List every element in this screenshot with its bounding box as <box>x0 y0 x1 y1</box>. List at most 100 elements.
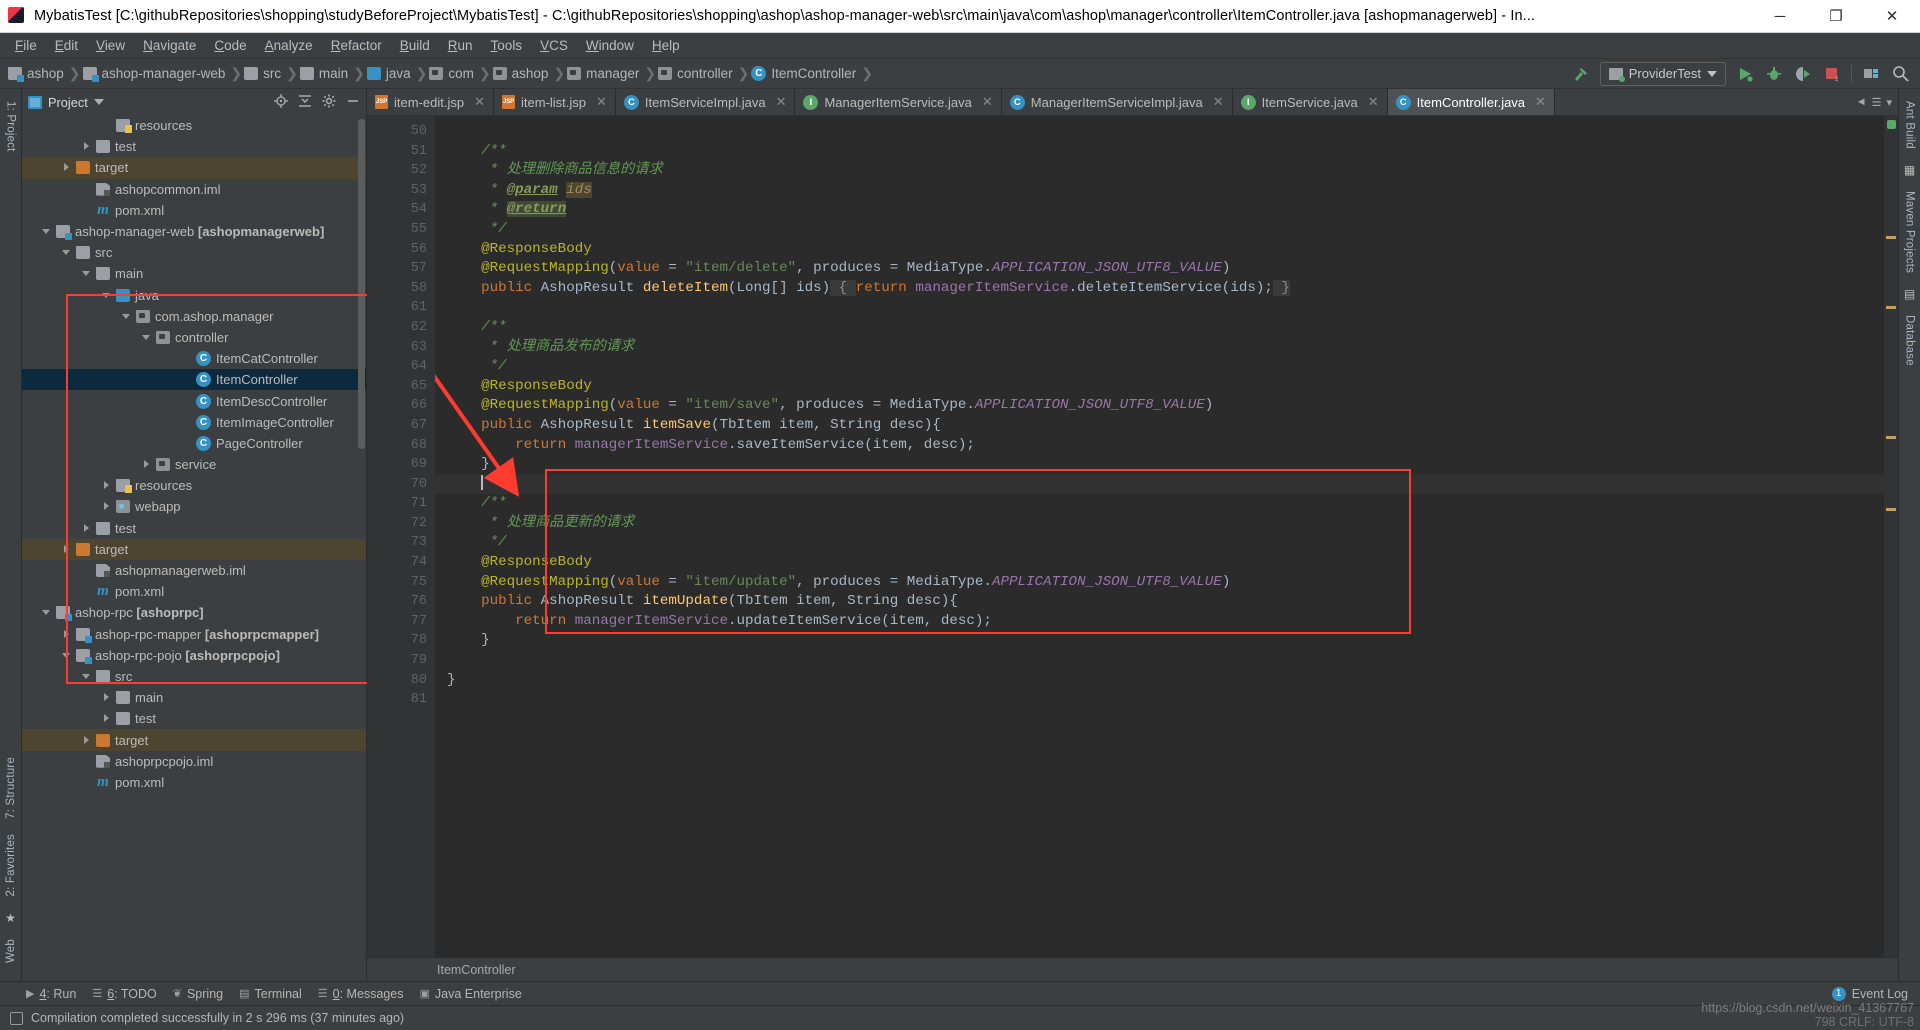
code-line-65[interactable]: @ResponseBody <box>435 377 1884 397</box>
line-number-79[interactable]: 79 <box>367 651 435 671</box>
minimize-button[interactable]: ─ <box>1752 0 1808 33</box>
editor-tab-itemcontroller-java[interactable]: C ItemController.java ✕ <box>1387 89 1555 115</box>
editor-breadcrumb-class[interactable]: ItemController <box>437 963 516 977</box>
line-number-76[interactable]: 76 <box>367 592 449 612</box>
menu-item-refactor[interactable]: Refactor <box>322 35 391 56</box>
line-number-81[interactable]: 81 <box>367 690 435 710</box>
stop-icon[interactable]: 2 <box>1822 64 1842 84</box>
editor-tab-itemserviceimpl-java[interactable]: C ItemServiceImpl.java ✕ <box>616 89 796 115</box>
chevron-right-icon[interactable] <box>62 544 73 555</box>
line-number-68[interactable]: 68 <box>367 436 435 456</box>
tree-item-ashoprpcpojo-iml[interactable]: ashoprpcpojo.iml <box>22 751 366 772</box>
breadcrumb-item-ashop[interactable]: ashop ❯ <box>8 65 83 82</box>
chevron-left-icon[interactable]: ◄ <box>1856 96 1867 108</box>
code-line-56[interactable]: @ResponseBody <box>435 240 1884 260</box>
tree-item-test[interactable]: test <box>22 518 366 539</box>
tree-item-com-ashop-manager[interactable]: com.ashop.manager <box>22 306 366 327</box>
line-number-gutter[interactable]: 50 51 52 53 54 55 56 57 58 61 62 63 64 65 66 67 68 69 70 71… <box>367 116 449 957</box>
line-number-75[interactable]: 75 <box>367 573 449 593</box>
chevron-right-icon[interactable] <box>82 523 93 534</box>
breadcrumb-item-main[interactable]: main ❯ <box>299 65 367 82</box>
close-icon[interactable]: ✕ <box>1368 94 1379 110</box>
tree-item-java[interactable]: java <box>22 285 366 306</box>
run-icon[interactable] <box>1735 64 1755 84</box>
tree-item-ashop-manager-web[interactable]: ashop-manager-web [ashopmanagerweb] <box>22 221 366 242</box>
menu-item-build[interactable]: Build <box>391 35 439 56</box>
rail-tab-ant-build[interactable]: Ant Build <box>1901 93 1919 157</box>
code-line-81[interactable] <box>435 690 1884 710</box>
locate-icon[interactable] <box>274 93 288 111</box>
code-line-75[interactable]: @RequestMapping(value = "item/update", p… <box>435 573 1884 593</box>
menu-item-file[interactable]: File <box>6 35 46 56</box>
error-stripe-gutter[interactable] <box>1884 116 1898 957</box>
line-number-67[interactable]: 67 <box>367 416 449 436</box>
tree-item-target[interactable]: target <box>22 157 366 179</box>
chevron-down-icon[interactable] <box>122 311 133 322</box>
tree-item-resources[interactable]: resources <box>22 115 366 136</box>
line-number-64[interactable]: 64 <box>367 357 449 377</box>
tree-item-pom-xml[interactable]: m pom.xml <box>22 772 366 793</box>
run-configuration-selector[interactable]: ProviderTest <box>1599 61 1726 86</box>
error-stripe-marker[interactable] <box>1886 306 1896 309</box>
line-number-77[interactable]: 77 <box>367 612 435 632</box>
menu-item-vcs[interactable]: VCS <box>531 35 577 56</box>
line-number-58[interactable]: 58 <box>367 279 449 299</box>
chevron-right-icon[interactable] <box>102 501 113 512</box>
line-number-70[interactable]: 70 <box>367 475 435 495</box>
chevron-down-icon[interactable] <box>82 671 93 682</box>
tree-item-pagecontroller[interactable]: C PageController <box>22 433 366 454</box>
tree-item-itemcatcontroller[interactable]: C ItemCatController <box>22 348 366 369</box>
breadcrumb-item-ItemController[interactable]: C ItemController ❯ <box>751 65 875 82</box>
tree-item-src[interactable]: src <box>22 242 366 263</box>
code-line-52[interactable]: * 处理删除商品信息的请求 <box>435 161 1884 181</box>
line-number-73[interactable]: 73 <box>367 533 449 553</box>
tree-item-controller[interactable]: controller <box>22 327 366 348</box>
close-icon[interactable]: ✕ <box>1535 94 1546 110</box>
editor-tab-item-list-jsp[interactable]: JSP item-list.jsp ✕ <box>494 89 616 115</box>
tool-window-button-0--messages[interactable]: ☰ 0: Messages <box>318 987 404 1001</box>
tree-item-resources[interactable]: resources <box>22 475 366 496</box>
code-line-58[interactable]: public AshopResult deleteItem(Long[] ids… <box>435 279 1884 299</box>
code-line-76[interactable]: public AshopResult itemUpdate(TbItem ite… <box>435 592 1884 612</box>
line-number-62[interactable]: 62 <box>367 318 449 338</box>
line-number-52[interactable]: 52 <box>367 161 435 181</box>
line-number-72[interactable]: 72 <box>367 514 435 534</box>
menu-item-code[interactable]: Code <box>205 35 255 56</box>
code-line-51[interactable]: /** <box>435 142 1884 162</box>
chevron-down-icon[interactable] <box>93 99 104 105</box>
project-tree[interactable]: resources test target ashopcommon.iml m pom.x… <box>22 115 366 981</box>
line-number-53[interactable]: 53 <box>367 181 435 201</box>
tree-item-ashopmanagerweb-iml[interactable]: ashopmanagerweb.iml <box>22 560 366 581</box>
tree-item-pom-xml[interactable]: m pom.xml <box>22 200 366 221</box>
breadcrumb-item-manager[interactable]: manager ❯ <box>567 65 658 82</box>
menu-item-view[interactable]: View <box>87 35 134 56</box>
code-line-77[interactable]: return managerItemService.updateItemServ… <box>435 612 1884 632</box>
tree-item-test[interactable]: test <box>22 708 366 729</box>
line-number-54[interactable]: 54 <box>367 200 435 220</box>
event-log-area[interactable]: 1 Event Log <box>1831 986 1920 1001</box>
code-line-67[interactable]: public AshopResult itemSave(TbItem item,… <box>435 416 1884 436</box>
code-line-53[interactable]: * @param ids <box>435 181 1884 201</box>
line-number-80[interactable]: 80 <box>367 671 435 691</box>
chevron-down-icon[interactable] <box>42 607 53 618</box>
chevron-right-icon[interactable] <box>62 629 73 640</box>
tool-window-button-terminal[interactable]: ▤ Terminal <box>239 987 302 1001</box>
tool-window-button-4--run[interactable]: ▶ 4: Run <box>26 987 76 1001</box>
chevron-down-icon[interactable] <box>142 332 153 343</box>
tab-list-icon[interactable]: ☰ <box>1872 96 1882 109</box>
breadcrumb-item-src[interactable]: src ❯ <box>244 65 300 82</box>
line-number-69[interactable]: 69 <box>367 455 449 475</box>
settings-gear-icon[interactable] <box>322 94 336 111</box>
project-structure-icon[interactable] <box>1861 64 1881 84</box>
menu-item-edit[interactable]: Edit <box>46 35 87 56</box>
breadcrumb-item-com[interactable]: com ❯ <box>429 65 492 82</box>
code-line-68[interactable]: return managerItemService.saveItemServic… <box>435 436 1884 456</box>
line-number-61[interactable]: 61 <box>367 298 435 318</box>
tab-overflow-controls[interactable]: ◄ ☰ ▾ <box>1850 89 1898 115</box>
error-stripe-marker[interactable] <box>1886 236 1896 239</box>
line-number-74[interactable]: 74 <box>367 553 449 573</box>
run-with-coverage-icon[interactable] <box>1793 64 1813 84</box>
tree-item-webapp[interactable]: webapp <box>22 496 366 517</box>
chevron-right-icon[interactable] <box>102 713 113 724</box>
menu-item-analyze[interactable]: Analyze <box>256 35 322 56</box>
